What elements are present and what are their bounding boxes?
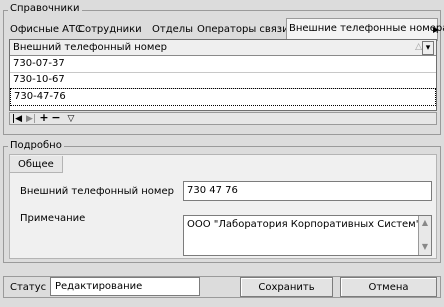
save-button[interactable]: Сохранить — [240, 277, 333, 297]
phone-label: Внешний телефонный номер — [20, 186, 174, 197]
status-value: Редактирование — [50, 277, 200, 296]
directories-group-title: Справочники — [8, 3, 82, 15]
delete-record-icon[interactable]: − — [51, 112, 61, 124]
phone-field[interactable]: 730 47 76 — [183, 181, 432, 201]
scroll-up-icon[interactable]: ▲ — [420, 217, 430, 229]
external-numbers-grid: Внешний телефонный номер △ ▾ 730-07-37 7… — [9, 39, 437, 111]
tab-departments[interactable]: Отделы — [150, 20, 195, 40]
note-label: Примечание — [20, 213, 86, 224]
grid-navigator: |◀ ▶| + − ▽ — [9, 112, 437, 125]
details-group-title: Подробно — [8, 140, 64, 152]
status-label: Статус — [10, 282, 47, 293]
table-row[interactable]: 730-10-67 — [10, 72, 436, 89]
last-record-icon[interactable]: ▶| — [25, 113, 37, 125]
note-text: ООО "Лаборатория Корпоративных Систем" — [187, 219, 421, 230]
tab-scroll-right-icon[interactable]: ▶ — [433, 22, 440, 38]
note-field[interactable]: ООО "Лаборатория Корпоративных Систем" ▲… — [183, 215, 432, 256]
directories-tabbar: Офисные АТС Сотрудники Отделы Операторы … — [6, 18, 444, 41]
sort-icon[interactable]: △ — [415, 41, 422, 53]
table-row-selected[interactable]: 730-47-76 — [10, 88, 436, 106]
scroll-down-icon[interactable]: ▼ — [420, 241, 430, 253]
tab-employees[interactable]: Сотрудники — [76, 20, 144, 40]
tab-external-numbers[interactable]: Внешние телефонные номера — [286, 18, 444, 41]
table-row[interactable]: 730-07-37 — [10, 56, 436, 73]
tab-general[interactable]: Общее — [10, 156, 63, 173]
grid-column-header[interactable]: Внешний телефонный номер △ ▾ — [10, 40, 436, 56]
cancel-button[interactable]: Отмена — [340, 277, 437, 297]
note-scrollbar[interactable]: ▲ ▼ — [418, 216, 431, 255]
first-record-icon[interactable]: |◀ — [11, 113, 23, 125]
tab-office-pbx[interactable]: Офисные АТС — [8, 20, 84, 40]
filter-icon[interactable]: ▽ — [65, 113, 77, 125]
add-record-icon[interactable]: + — [39, 112, 49, 124]
column-header-label: Внешний телефонный номер — [13, 42, 167, 53]
column-dropdown-icon[interactable]: ▾ — [422, 41, 434, 55]
tab-carriers[interactable]: Операторы связи — [195, 20, 291, 40]
